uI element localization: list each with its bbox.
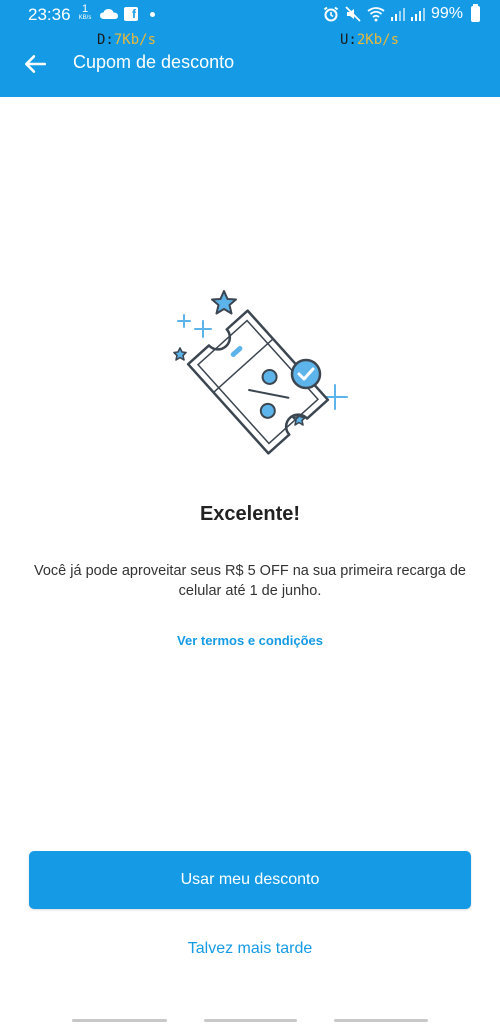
nav-hint-center [204, 1019, 297, 1022]
status-right: 99% [323, 4, 480, 23]
download-speed: D:7Kb/s [97, 32, 157, 48]
maybe-later-button[interactable]: Talvez mais tarde [0, 940, 500, 958]
network-rate: 1 KB/s [78, 3, 92, 22]
mute-icon [345, 6, 361, 22]
star-icon-small [173, 347, 187, 361]
coupon-description: Você já pode aproveitar seus R$ 5 OFF na… [33, 563, 466, 599]
terms-link[interactable]: Ver termos e condições [0, 633, 500, 648]
check-badge-icon [290, 358, 322, 390]
gesture-nav-bar [0, 1014, 500, 1028]
battery-percent: 99% [430, 5, 463, 22]
coupon-illustration [173, 290, 348, 455]
status-time: 23:36 [28, 5, 71, 24]
use-discount-button[interactable]: Usar meu desconto [29, 851, 471, 909]
arrow-left-icon[interactable] [22, 51, 48, 77]
star-icon [211, 290, 237, 315]
signal-icon-2 [410, 8, 425, 21]
signal-icon [390, 8, 405, 21]
wifi-icon [367, 7, 385, 22]
nav-hint-right [334, 1019, 428, 1022]
success-headline: Excelente! [199, 503, 301, 525]
status-bar: 23:36 1 KB/s f 99% [0, 0, 500, 30]
page-title: Cupom de desconto [73, 52, 235, 72]
nav-hint-left [72, 1019, 167, 1022]
cloud-icon [100, 9, 118, 19]
facebook-icon: f [124, 7, 138, 21]
battery-icon [471, 4, 480, 22]
app-bar: D:7Kb/s U:2Kb/s Cupom de desconto [0, 30, 500, 97]
upload-speed: U:2Kb/s [340, 32, 400, 48]
use-discount-button-label: Usar meu desconto [180, 871, 320, 888]
alarm-icon [323, 6, 339, 22]
notification-dot-icon [150, 12, 155, 17]
